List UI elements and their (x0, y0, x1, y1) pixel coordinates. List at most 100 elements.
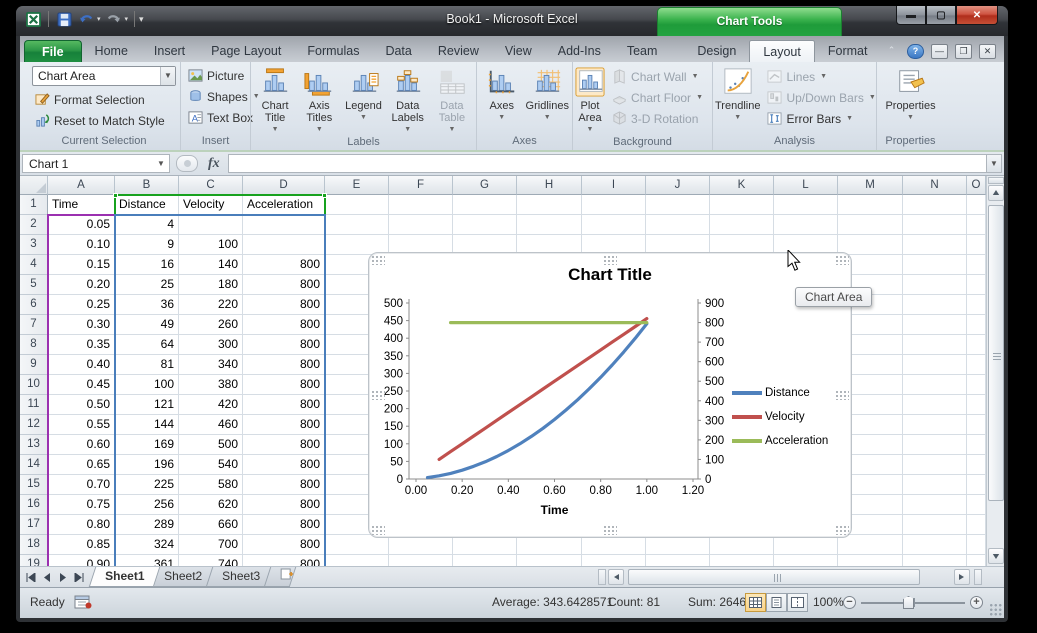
cell[interactable] (710, 195, 774, 215)
cell[interactable] (903, 355, 967, 375)
cell[interactable]: 800 (243, 475, 325, 495)
cell[interactable] (582, 195, 646, 215)
cell[interactable]: 121 (115, 395, 179, 415)
cell[interactable]: 800 (243, 455, 325, 475)
cell[interactable]: 9 (115, 235, 179, 255)
cell[interactable]: 340 (179, 355, 243, 375)
cell[interactable]: 420 (179, 395, 243, 415)
legend-button[interactable]: Legend▼ (341, 65, 385, 136)
cell[interactable]: 196 (115, 455, 179, 475)
cell[interactable] (967, 295, 986, 315)
tab-layout[interactable]: Layout (749, 40, 815, 62)
cell[interactable]: 800 (243, 375, 325, 395)
axes-button[interactable]: Axes▼ (479, 65, 525, 135)
row-header-19[interactable]: 19 (20, 555, 48, 566)
legend-item-acceleration[interactable]: Acceleration (732, 429, 828, 453)
cell[interactable] (903, 475, 967, 495)
gridlines-button[interactable]: Gridlines▼ (525, 65, 571, 135)
cell[interactable] (967, 515, 986, 535)
cell[interactable] (838, 235, 903, 255)
cell[interactable] (243, 215, 325, 235)
cell[interactable]: 0.70 (48, 475, 115, 495)
cell[interactable]: 0.80 (48, 515, 115, 535)
collapse-ribbon-icon[interactable]: ⌃ (883, 44, 900, 59)
cell[interactable] (774, 215, 838, 235)
cell[interactable] (967, 355, 986, 375)
tab-insert[interactable]: Insert (141, 40, 198, 62)
vertical-scroll-thumb[interactable] (988, 205, 1004, 501)
cell[interactable]: 0.05 (48, 215, 115, 235)
cell[interactable] (903, 335, 967, 355)
cell[interactable] (903, 555, 967, 566)
row-header-17[interactable]: 17 (20, 515, 48, 535)
tab-view[interactable]: View (492, 40, 545, 62)
column-header-J[interactable]: J (646, 176, 710, 195)
help-icon[interactable]: ? (907, 44, 924, 59)
row-header-15[interactable]: 15 (20, 475, 48, 495)
cell[interactable]: 800 (243, 535, 325, 555)
cell[interactable]: 800 (243, 555, 325, 566)
plot-area-button[interactable]: PlotArea ▼ (575, 65, 605, 136)
cell[interactable]: Acceleration (243, 195, 325, 215)
legend-item-distance[interactable]: Distance (732, 381, 828, 405)
close-button[interactable]: ✕ (956, 6, 998, 25)
cell[interactable]: 289 (115, 515, 179, 535)
row-header-4[interactable]: 4 (20, 255, 48, 275)
cell[interactable]: 800 (243, 295, 325, 315)
cell[interactable]: Velocity (179, 195, 243, 215)
cell[interactable] (582, 215, 646, 235)
cell[interactable]: 0.30 (48, 315, 115, 335)
cell[interactable] (967, 535, 986, 555)
cell[interactable]: 460 (179, 415, 243, 435)
scroll-right-icon[interactable] (954, 569, 970, 585)
cell[interactable]: 0.90 (48, 555, 115, 566)
cell[interactable]: 0.75 (48, 495, 115, 515)
scroll-up-icon[interactable] (988, 185, 1004, 201)
cell[interactable]: 220 (179, 295, 243, 315)
horizontal-scrollbar[interactable] (598, 569, 990, 586)
cell[interactable] (967, 435, 986, 455)
cell[interactable]: 620 (179, 495, 243, 515)
cell[interactable]: 0.20 (48, 275, 115, 295)
cell[interactable]: 0.55 (48, 415, 115, 435)
cell[interactable] (325, 215, 389, 235)
tab-home[interactable]: Home (82, 40, 141, 62)
horizontal-split-handle-right[interactable] (974, 569, 982, 585)
cell[interactable] (325, 195, 389, 215)
cell[interactable] (517, 195, 582, 215)
tab-format[interactable]: Format (815, 40, 881, 62)
cell[interactable]: 180 (179, 275, 243, 295)
cell[interactable] (179, 215, 243, 235)
cell[interactable] (903, 535, 967, 555)
chart-x-axis-title[interactable]: Time (416, 503, 693, 517)
normal-view-icon[interactable] (745, 593, 766, 612)
cell[interactable]: 169 (115, 435, 179, 455)
cell[interactable] (967, 475, 986, 495)
cell[interactable]: 700 (179, 535, 243, 555)
row-header-13[interactable]: 13 (20, 435, 48, 455)
column-header-L[interactable]: L (774, 176, 838, 195)
cell[interactable] (582, 555, 646, 566)
legend-item-velocity[interactable]: Velocity (732, 405, 828, 429)
axis-titles-button[interactable]: AxisTitles ▼ (297, 65, 341, 136)
cell[interactable]: 4 (115, 215, 179, 235)
cell[interactable]: 800 (243, 415, 325, 435)
cell[interactable] (325, 555, 389, 566)
row-header-18[interactable]: 18 (20, 535, 48, 555)
minimize-button[interactable]: ▬ (896, 6, 926, 25)
row-header-1[interactable]: 1 (20, 195, 48, 215)
sheet-tab-sheet1[interactable]: Sheet1 (89, 567, 161, 587)
tab-page-layout[interactable]: Page Layout (198, 40, 294, 62)
column-header-K[interactable]: K (710, 176, 774, 195)
page-break-view-icon[interactable] (787, 593, 808, 612)
cell[interactable]: 100 (115, 375, 179, 395)
cell[interactable]: 540 (179, 455, 243, 475)
cell[interactable]: 800 (243, 515, 325, 535)
cell[interactable]: 800 (243, 275, 325, 295)
cell[interactable] (903, 375, 967, 395)
cell[interactable] (903, 415, 967, 435)
chart-object[interactable]: Chart Title 0501001502002503003504004505… (368, 252, 852, 538)
scroll-left-icon[interactable] (608, 569, 624, 585)
column-header-I[interactable]: I (582, 176, 646, 195)
cell[interactable]: 361 (115, 555, 179, 566)
